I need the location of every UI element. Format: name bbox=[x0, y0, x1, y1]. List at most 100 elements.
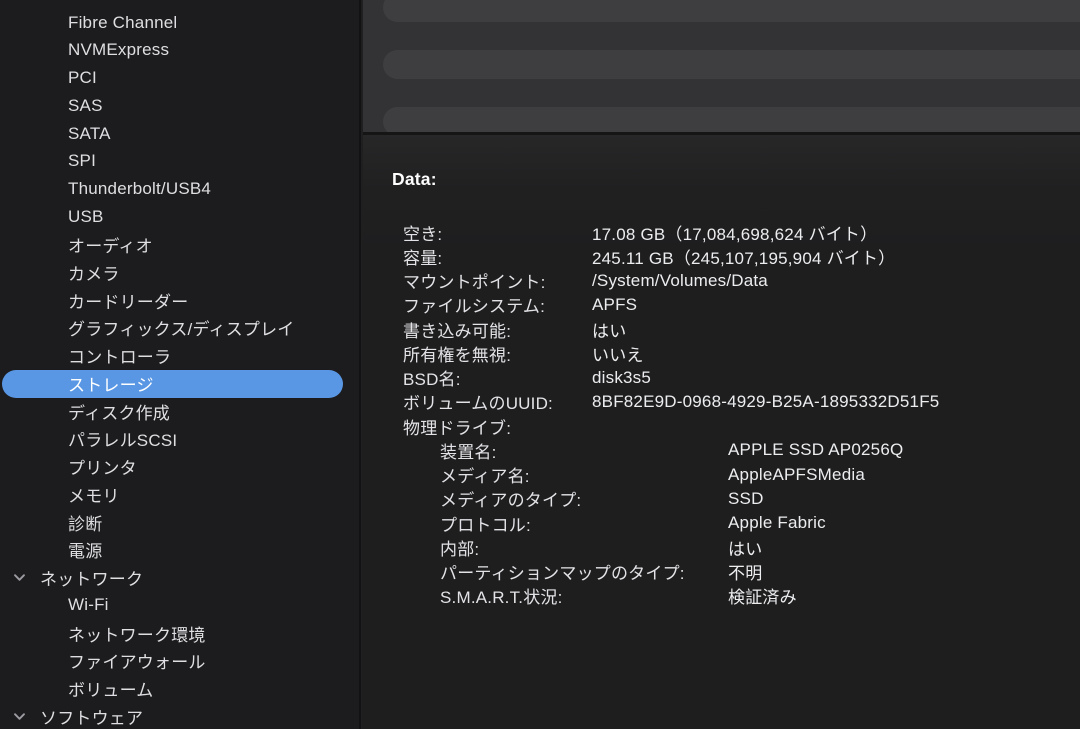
detail-row-value: disk3s5 bbox=[592, 368, 651, 388]
volume-table-row[interactable] bbox=[383, 107, 1080, 132]
detail-row: ボリュームのUUID:8BF82E9D-0968-4929-B25A-18953… bbox=[363, 390, 1080, 414]
detail-row: プロトコル:Apple Fabric bbox=[363, 511, 1080, 535]
sidebar-item[interactable]: USB bbox=[0, 203, 359, 231]
sidebar-item-label: パラレルSCSI bbox=[68, 426, 177, 451]
detail-rows: 空き:17.08 GB（17,084,698,624 バイト）容量:245.11… bbox=[363, 220, 1080, 608]
volume-table-row[interactable] bbox=[383, 50, 1080, 79]
sidebar-item[interactable]: Wi-Fi bbox=[0, 592, 359, 620]
sidebar-item-label: コントローラ bbox=[68, 343, 171, 368]
sidebar-item-label: NVMExpress bbox=[68, 40, 169, 60]
detail-row-value: Apple Fabric bbox=[728, 513, 826, 533]
sidebar-item-label: PCI bbox=[68, 68, 97, 88]
detail-row-value: 検証済み bbox=[728, 583, 797, 608]
detail-row-label: 所有権を無視: bbox=[403, 341, 592, 366]
sidebar-item[interactable]: ネットワーク環境 bbox=[0, 619, 359, 647]
detail-row: 書き込み可能:はい bbox=[363, 317, 1080, 341]
volume-title: Data: bbox=[392, 169, 437, 190]
detail-row: 容量:245.11 GB（245,107,195,904 バイト） bbox=[363, 244, 1080, 268]
detail-row-label: パーティションマップのタイプ: bbox=[440, 559, 728, 584]
detail-row: マウントポイント:/System/Volumes/Data bbox=[363, 269, 1080, 293]
detail-row-label: 内部: bbox=[440, 535, 728, 560]
detail-row-value: 8BF82E9D-0968-4929-B25A-1895332D51F5 bbox=[592, 392, 939, 412]
sidebar-item[interactable]: メモリ bbox=[0, 481, 359, 509]
sidebar: Ethernet Fibre Channel NVMExpress PCI SAS SAT… bbox=[0, 0, 361, 729]
sidebar-item-label: ディスク作成 bbox=[68, 399, 170, 424]
sidebar-item-label: ボリューム bbox=[68, 676, 154, 701]
detail-row-label: プロトコル: bbox=[440, 511, 728, 536]
detail-row-label: 空き: bbox=[403, 220, 592, 245]
sidebar-item[interactable]: コントローラ bbox=[0, 342, 359, 370]
sidebar-item[interactable]: 電源 bbox=[0, 536, 359, 564]
detail-row-value: はい bbox=[592, 317, 626, 342]
sidebar-item-label: SAS bbox=[68, 96, 103, 116]
sidebar-item-label: ソフトウェア bbox=[40, 704, 143, 729]
detail-row: メディア名:AppleAPFSMedia bbox=[363, 463, 1080, 487]
sidebar-group-header[interactable]: ネットワーク bbox=[0, 564, 359, 592]
detail-row-value: いいえ bbox=[592, 341, 644, 366]
disclosure-chevron[interactable] bbox=[11, 570, 27, 586]
sidebar-item-label: Ethernet bbox=[68, 0, 134, 5]
category-list: Ethernet Fibre Channel NVMExpress PCI SAS SAT… bbox=[0, 0, 359, 729]
sidebar-item-label: グラフィックス/ディスプレイ bbox=[68, 315, 294, 340]
sidebar-item-label: メモリ bbox=[68, 482, 120, 507]
detail-row-label: 装置名: bbox=[440, 438, 728, 463]
sidebar-item[interactable]: SATA bbox=[0, 120, 359, 148]
detail-row-label: マウントポイント: bbox=[403, 268, 592, 293]
sidebar-item-label: ネットワーク bbox=[40, 565, 143, 590]
volume-table-row[interactable] bbox=[383, 0, 1080, 22]
sidebar-item[interactable]: NVMExpress bbox=[0, 37, 359, 65]
detail-row: S.M.A.R.T.状況:検証済み bbox=[363, 584, 1080, 608]
sidebar-item[interactable]: カメラ bbox=[0, 259, 359, 287]
sidebar-item[interactable]: SAS bbox=[0, 92, 359, 120]
detail-row-label: BSD名: bbox=[403, 365, 592, 390]
sidebar-item[interactable]: Ethernet bbox=[0, 0, 359, 9]
detail-row-label: メディア名: bbox=[440, 462, 728, 487]
sidebar-item-label: カメラ bbox=[68, 260, 120, 285]
chevron-down-icon bbox=[12, 709, 27, 724]
disclosure-chevron[interactable] bbox=[11, 708, 27, 724]
sidebar-item-label: 診断 bbox=[68, 510, 102, 535]
sidebar-item-label: Wi-Fi bbox=[68, 595, 109, 615]
detail-row: メディアのタイプ:SSD bbox=[363, 487, 1080, 511]
sidebar-item[interactable]: グラフィックス/ディスプレイ bbox=[0, 314, 359, 342]
sidebar-item[interactable]: パラレルSCSI bbox=[0, 425, 359, 453]
sidebar-item[interactable]: 診断 bbox=[0, 508, 359, 536]
sidebar-item[interactable]: プリンタ bbox=[0, 453, 359, 481]
sidebar-item[interactable]: カードリーダー bbox=[0, 286, 359, 314]
detail-row-value: SSD bbox=[728, 489, 764, 509]
sidebar-item-label: カードリーダー bbox=[68, 288, 188, 313]
detail-row: 装置名:APPLE SSD AP0256Q bbox=[363, 438, 1080, 462]
selection-highlight bbox=[2, 370, 343, 398]
sidebar-item-label: オーディオ bbox=[68, 232, 153, 257]
detail-row-value: APFS bbox=[592, 295, 637, 315]
detail-row-label: ファイルシステム: bbox=[403, 292, 592, 317]
sidebar-item[interactable]: ディスク作成 bbox=[0, 397, 359, 425]
detail-row: ファイルシステム:APFS bbox=[363, 293, 1080, 317]
sidebar-item-label: ネットワーク環境 bbox=[68, 621, 206, 646]
sidebar-item[interactable]: ストレージ bbox=[0, 370, 359, 398]
sidebar-item-label: プリンタ bbox=[68, 454, 137, 479]
sidebar-item[interactable]: Fibre Channel bbox=[0, 9, 359, 37]
sidebar-group-header[interactable]: ソフトウェア bbox=[0, 703, 359, 729]
sidebar-item[interactable]: オーディオ bbox=[0, 231, 359, 259]
sidebar-item[interactable]: SPI bbox=[0, 148, 359, 176]
sidebar-item[interactable]: ファイアウォール bbox=[0, 647, 359, 675]
detail-row-label: 書き込み可能: bbox=[403, 317, 592, 342]
sidebar-item-label: ストレージ bbox=[68, 371, 154, 396]
sidebar-item-label: SATA bbox=[68, 124, 111, 144]
detail-row-value: 245.11 GB（245,107,195,904 バイト） bbox=[592, 244, 895, 269]
sidebar-item[interactable]: ボリューム bbox=[0, 675, 359, 703]
detail-row: パーティションマップのタイプ:不明 bbox=[363, 560, 1080, 584]
detail-row-value: APPLE SSD AP0256Q bbox=[728, 440, 903, 460]
sidebar-item-label: USB bbox=[68, 207, 104, 227]
volume-table bbox=[363, 0, 1080, 132]
detail-row-value: 17.08 GB（17,084,698,624 バイト） bbox=[592, 220, 877, 245]
content-area: Data: 空き:17.08 GB（17,084,698,624 バイト）容量:… bbox=[363, 0, 1080, 729]
detail-row: 物理ドライブ: bbox=[363, 414, 1080, 438]
detail-row-label: 物理ドライブ: bbox=[403, 414, 592, 439]
sidebar-item[interactable]: Thunderbolt/USB4 bbox=[0, 175, 359, 203]
detail-row-label: S.M.A.R.T.状況: bbox=[440, 583, 728, 608]
detail-row-label: 容量: bbox=[403, 244, 592, 269]
detail-row-label: メディアのタイプ: bbox=[440, 486, 728, 511]
sidebar-item[interactable]: PCI bbox=[0, 64, 359, 92]
